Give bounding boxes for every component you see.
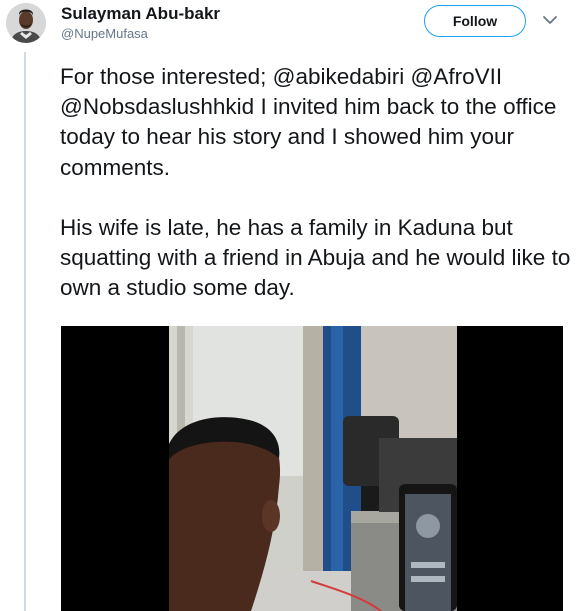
- tweet-paragraph: His wife is late, he has a family in Kad…: [60, 214, 571, 301]
- tweet-paragraph: For those interested; @abikedabiri @Afro…: [60, 64, 557, 180]
- avatar-image: [6, 3, 46, 43]
- author-handle[interactable]: @NupeMufasa: [61, 26, 148, 41]
- video-frame: [61, 326, 563, 611]
- follow-button[interactable]: Follow: [424, 5, 526, 37]
- author-name[interactable]: Sulayman Abu-bakr: [61, 4, 220, 24]
- avatar[interactable]: [6, 3, 46, 43]
- chevron-down-icon[interactable]: [541, 12, 559, 28]
- tweet-text: For those interested; @abikedabiri @Afro…: [60, 62, 572, 303]
- thread-line: [24, 52, 26, 611]
- video-player[interactable]: [61, 326, 563, 611]
